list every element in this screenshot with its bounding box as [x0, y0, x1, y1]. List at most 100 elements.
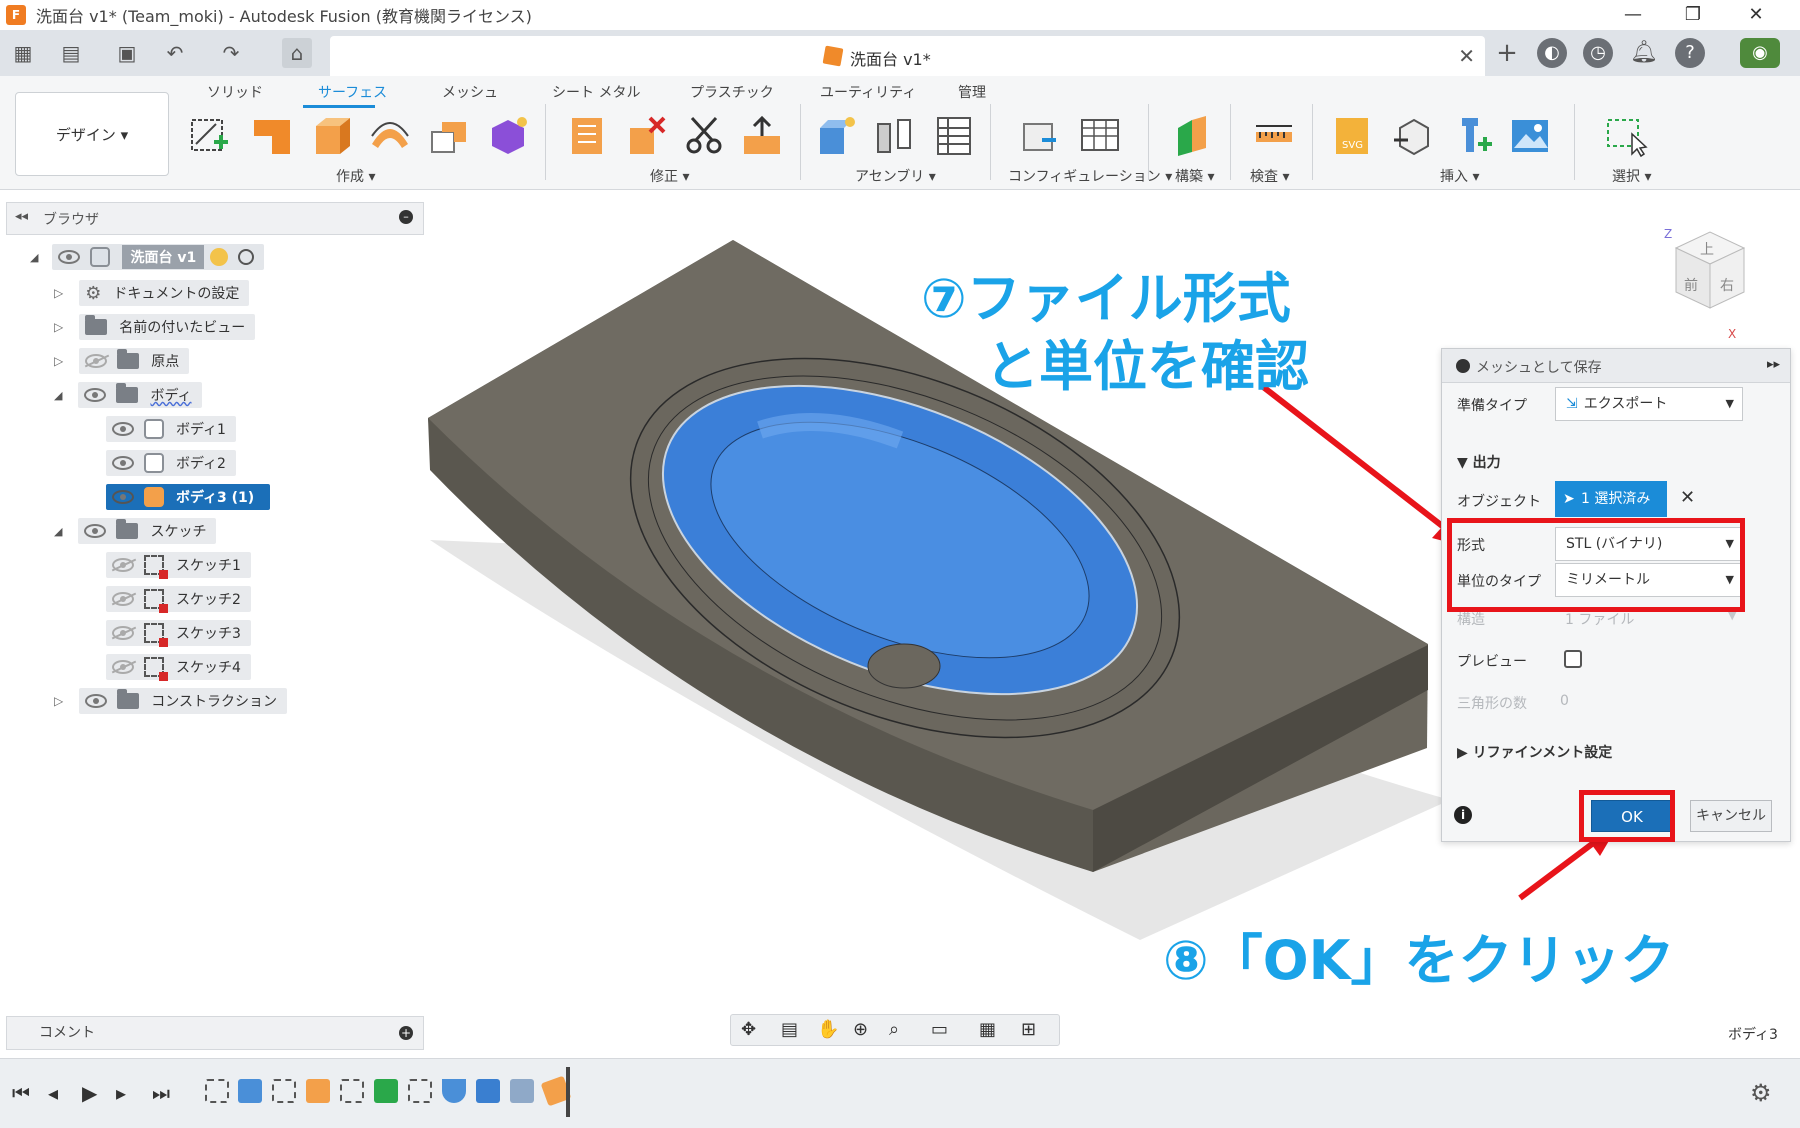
- tree-item-origin[interactable]: ▷ 原点: [54, 346, 190, 376]
- step-back-icon[interactable]: ◂: [48, 1081, 58, 1105]
- tree-root[interactable]: ◢ 洗面台 v1: [30, 242, 265, 272]
- document-tab[interactable]: 洗面台 v1* ✕: [330, 36, 1485, 76]
- info-icon[interactable]: i: [1454, 806, 1472, 824]
- collapse-browser-icon[interactable]: ◂◂: [15, 209, 28, 224]
- tree-item-named-views[interactable]: ▷ 名前の付いたビュー: [54, 312, 256, 342]
- maximize-button[interactable]: ❐: [1670, 0, 1716, 30]
- tree-item-bodies[interactable]: ◢ ボディ: [54, 380, 202, 410]
- expand-arrow-icon[interactable]: ▷: [54, 286, 63, 300]
- extensions-icon[interactable]: ◐: [1537, 38, 1567, 68]
- extrude-icon[interactable]: [310, 114, 354, 158]
- hidden-visibility-icon[interactable]: [112, 626, 134, 640]
- step-forward-icon[interactable]: ▸: [116, 1081, 126, 1105]
- cancel-button[interactable]: キャンセル: [1690, 800, 1772, 832]
- play-icon[interactable]: ▶: [82, 1081, 97, 1105]
- comments-panel[interactable]: コメント +: [6, 1016, 424, 1050]
- sweep-icon[interactable]: [368, 114, 412, 158]
- app-grid-icon[interactable]: ▦: [8, 38, 38, 68]
- visibility-icon[interactable]: [85, 694, 108, 708]
- joint-icon[interactable]: [872, 114, 916, 158]
- delete-face-icon[interactable]: [624, 114, 668, 158]
- collapse-arrow-icon[interactable]: ◢: [54, 389, 62, 402]
- visibility-icon[interactable]: [112, 456, 134, 470]
- visibility-icon[interactable]: [84, 388, 107, 402]
- group-inspect-label[interactable]: 検査 ▾: [1250, 166, 1289, 186]
- timeline-split-feature[interactable]: [510, 1079, 534, 1103]
- insert-svg-icon[interactable]: SVG: [1330, 114, 1374, 158]
- prep-type-select[interactable]: ⇲ エクスポート ▼: [1555, 387, 1743, 421]
- add-comment-icon[interactable]: +: [399, 1026, 413, 1040]
- new-component-icon[interactable]: [814, 114, 858, 158]
- tree-item-body3-selected[interactable]: ボディ3 (1): [106, 482, 271, 512]
- collapse-arrow-icon[interactable]: ◢: [54, 525, 62, 538]
- view-cube[interactable]: 上 前 右 Z X: [1664, 227, 1746, 341]
- group-assemble-label[interactable]: アセンブリ ▾: [855, 166, 936, 186]
- tree-item-sketch2[interactable]: スケッチ2: [106, 584, 251, 614]
- configuration-grid-icon[interactable]: [1078, 114, 1122, 158]
- file-menu-icon[interactable]: ▤: [56, 38, 86, 68]
- expand-arrow-icon[interactable]: ◢: [30, 251, 38, 264]
- browser-close-icon[interactable]: –: [399, 210, 413, 224]
- visibility-icon[interactable]: [112, 490, 134, 504]
- form-icon[interactable]: [486, 114, 530, 158]
- tab-utility[interactable]: ユーティリティ: [820, 82, 916, 102]
- zoom-icon[interactable]: ⊕: [853, 1019, 868, 1040]
- group-modify-label[interactable]: 修正 ▾: [650, 166, 689, 186]
- orbit-icon[interactable]: ✥: [741, 1019, 756, 1040]
- timeline-plane-feature[interactable]: [306, 1079, 330, 1103]
- clear-selection-icon[interactable]: ✕: [1680, 487, 1695, 508]
- insert-canvas-image-icon[interactable]: [1508, 114, 1552, 158]
- tree-item-body2[interactable]: ボディ2: [106, 448, 236, 478]
- dialog-collapse-icon[interactable]: [1456, 359, 1470, 373]
- insert-mesh-icon[interactable]: [1390, 114, 1434, 158]
- group-select-label[interactable]: 選択 ▾: [1612, 166, 1651, 186]
- tab-solid[interactable]: ソリッド: [207, 82, 263, 102]
- tree-item-sketch1[interactable]: スケッチ1: [106, 550, 251, 580]
- dialog-header[interactable]: メッシュとして保存 ▸▸: [1442, 349, 1790, 383]
- extrude-surface-icon[interactable]: [250, 114, 294, 158]
- tab-plastic[interactable]: プラスチック: [690, 82, 774, 102]
- timeline-loft-feature[interactable]: [442, 1079, 466, 1103]
- expand-arrow-icon[interactable]: ▷: [54, 320, 63, 334]
- hidden-visibility-icon[interactable]: [112, 592, 134, 606]
- preview-checkbox[interactable]: [1564, 650, 1582, 668]
- split-scissors-icon[interactable]: [682, 114, 726, 158]
- group-create-label[interactable]: 作成 ▾: [336, 166, 375, 186]
- visibility-icon[interactable]: [84, 524, 107, 538]
- timeline-settings-gear-icon[interactable]: ⚙: [1750, 1079, 1772, 1107]
- user-avatar[interactable]: ◉: [1740, 38, 1780, 68]
- workspace-design-button[interactable]: デザイン ▾: [15, 92, 169, 176]
- hidden-visibility-icon[interactable]: [85, 354, 108, 368]
- tree-item-sketch4[interactable]: スケッチ4: [106, 652, 251, 682]
- new-tab-icon[interactable]: +: [1492, 38, 1522, 68]
- expand-arrow-icon[interactable]: ▷: [54, 694, 63, 708]
- insert-mcmaster-icon[interactable]: [1450, 114, 1494, 158]
- tree-item-construction[interactable]: ▷ コンストラクション: [54, 686, 287, 716]
- construct-plane-icon[interactable]: [1170, 114, 1214, 158]
- display-settings-icon[interactable]: ▭: [931, 1019, 948, 1040]
- save-icon[interactable]: ▣: [112, 38, 142, 68]
- bill-of-materials-icon[interactable]: [930, 114, 974, 158]
- tree-item-body1[interactable]: ボディ1: [106, 414, 236, 444]
- tab-sheet-metal[interactable]: シート メタル: [552, 82, 640, 102]
- redo-icon[interactable]: ↷: [216, 38, 246, 68]
- dialog-expand-icon[interactable]: ▸▸: [1767, 357, 1780, 372]
- go-to-end-icon[interactable]: ⏭: [152, 1081, 170, 1105]
- create-sketch-icon[interactable]: [188, 114, 232, 158]
- help-icon[interactable]: ?: [1675, 38, 1705, 68]
- visibility-icon[interactable]: [58, 250, 81, 264]
- hidden-visibility-icon[interactable]: [112, 660, 134, 674]
- home-icon[interactable]: ⌂: [282, 38, 312, 68]
- object-selection-button[interactable]: ➤ 1 選択済み: [1555, 481, 1667, 517]
- pan-icon[interactable]: ✋: [817, 1019, 839, 1040]
- fit-icon[interactable]: ⌕: [889, 1019, 899, 1040]
- undo-icon[interactable]: ↶: [160, 38, 190, 68]
- document-tab-close-icon[interactable]: ✕: [1458, 44, 1475, 68]
- group-construct-label[interactable]: 構築 ▾: [1175, 166, 1214, 186]
- browser-header[interactable]: ◂◂ ブラウザ –: [6, 202, 424, 235]
- viewports-icon[interactable]: ⊞: [1021, 1019, 1036, 1040]
- visibility-icon[interactable]: [112, 422, 134, 436]
- notifications-icon[interactable]: 🔔︎: [1629, 38, 1659, 68]
- close-button[interactable]: ✕: [1733, 0, 1779, 30]
- timeline-sketch-feature[interactable]: [272, 1079, 296, 1103]
